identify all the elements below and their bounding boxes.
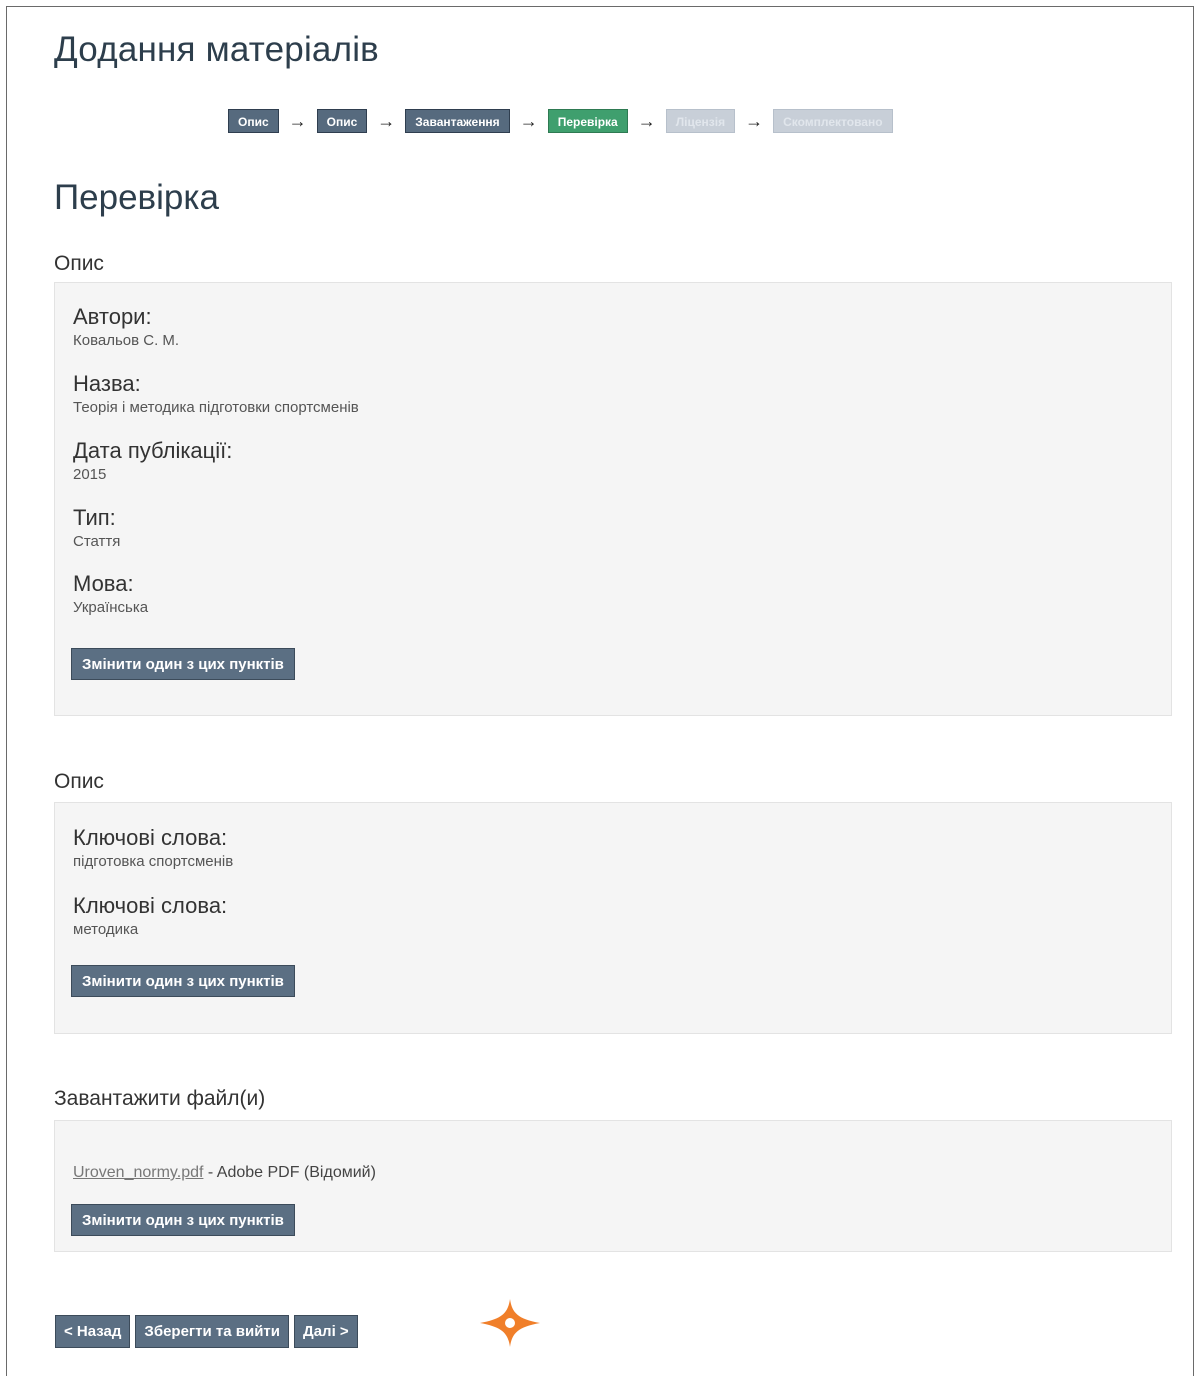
step-license: Ліцензія — [665, 109, 736, 133]
field-label: Дата публікації: — [73, 438, 233, 463]
field-value: Українська — [73, 599, 149, 616]
back-button[interactable]: < Назад — [55, 1315, 131, 1348]
field-label: Ключові слова: — [73, 825, 228, 850]
file-link[interactable]: Uroven_normy.pdf — [73, 1164, 203, 1181]
edit-describe-2-button[interactable]: Змінити один з цих пунктів — [71, 965, 295, 997]
describe-heading-1: Опис — [54, 252, 104, 275]
describe-panel-2: Ключові слова: підготовка спортсменів Кл… — [54, 802, 1172, 1034]
step-complete: Скомплектовано — [773, 109, 893, 133]
field-label: Ключові слова: — [73, 893, 228, 918]
step-describe-2[interactable]: Опис — [316, 109, 368, 133]
arrow-right-icon: → — [637, 111, 656, 131]
field-label: Мова: — [73, 571, 134, 596]
upload-heading: Завантажити файл(и) — [54, 1087, 266, 1110]
field-language: Мова: Українська — [73, 571, 148, 617]
field-value: 2015 — [73, 466, 107, 483]
file-format: - Adobe PDF (Відомий) — [203, 1164, 376, 1181]
field-value: підготовка спортсменів — [73, 853, 234, 870]
field-value: Ковальов С. М. — [73, 332, 180, 349]
edit-describe-1-button[interactable]: Змінити один з цих пунктів — [71, 648, 295, 680]
step-upload[interactable]: Завантаження — [405, 109, 510, 133]
field-value: методика — [73, 921, 139, 938]
step-describe-1[interactable]: Опис — [228, 109, 279, 133]
page-title: Додання матеріалів — [54, 30, 379, 69]
field-type: Тип: Стаття — [73, 505, 120, 551]
file-entry: Uroven_normy.pdf - Adobe PDF (Відомий) — [73, 1164, 376, 1182]
edit-upload-button[interactable]: Змінити один з цих пунктів — [71, 1204, 295, 1236]
cursor-highlight-icon — [480, 1299, 540, 1347]
progress-steps: Опис → Опис → Завантаження → Перевірка →… — [228, 108, 893, 134]
arrow-right-icon: → — [745, 111, 764, 131]
field-value: Теорія і методика підготовки спортсменів — [73, 399, 359, 416]
field-authors: Автори: Ковальов С. М. — [73, 304, 179, 350]
section-title: Перевірка — [54, 178, 219, 217]
upload-panel: Uroven_normy.pdf - Adobe PDF (Відомий) З… — [54, 1120, 1172, 1252]
arrow-right-icon: → — [377, 111, 396, 131]
field-keywords-2: Ключові слова: методика — [73, 893, 227, 939]
describe-panel-1: Автори: Ковальов С. М. Назва: Теорія і м… — [54, 282, 1172, 716]
field-value: Стаття — [73, 533, 121, 550]
save-exit-button[interactable]: Зберегти та вийти — [135, 1315, 290, 1348]
field-title: Назва: Теорія і методика підготовки спор… — [73, 371, 359, 417]
field-keywords-1: Ключові слова: підготовка спортсменів — [73, 825, 233, 871]
arrow-right-icon: → — [288, 111, 307, 131]
field-label: Тип: — [73, 505, 116, 530]
next-button[interactable]: Далі > — [294, 1315, 358, 1348]
field-date: Дата публікації: 2015 — [73, 438, 232, 484]
describe-heading-2: Опис — [54, 770, 104, 793]
navigation-bar: < Назад Зберегти та вийти Далі > — [55, 1315, 363, 1348]
field-label: Автори: — [73, 304, 152, 329]
arrow-right-icon: → — [519, 111, 538, 131]
step-review: Перевірка — [547, 109, 628, 133]
field-label: Назва: — [73, 371, 141, 396]
